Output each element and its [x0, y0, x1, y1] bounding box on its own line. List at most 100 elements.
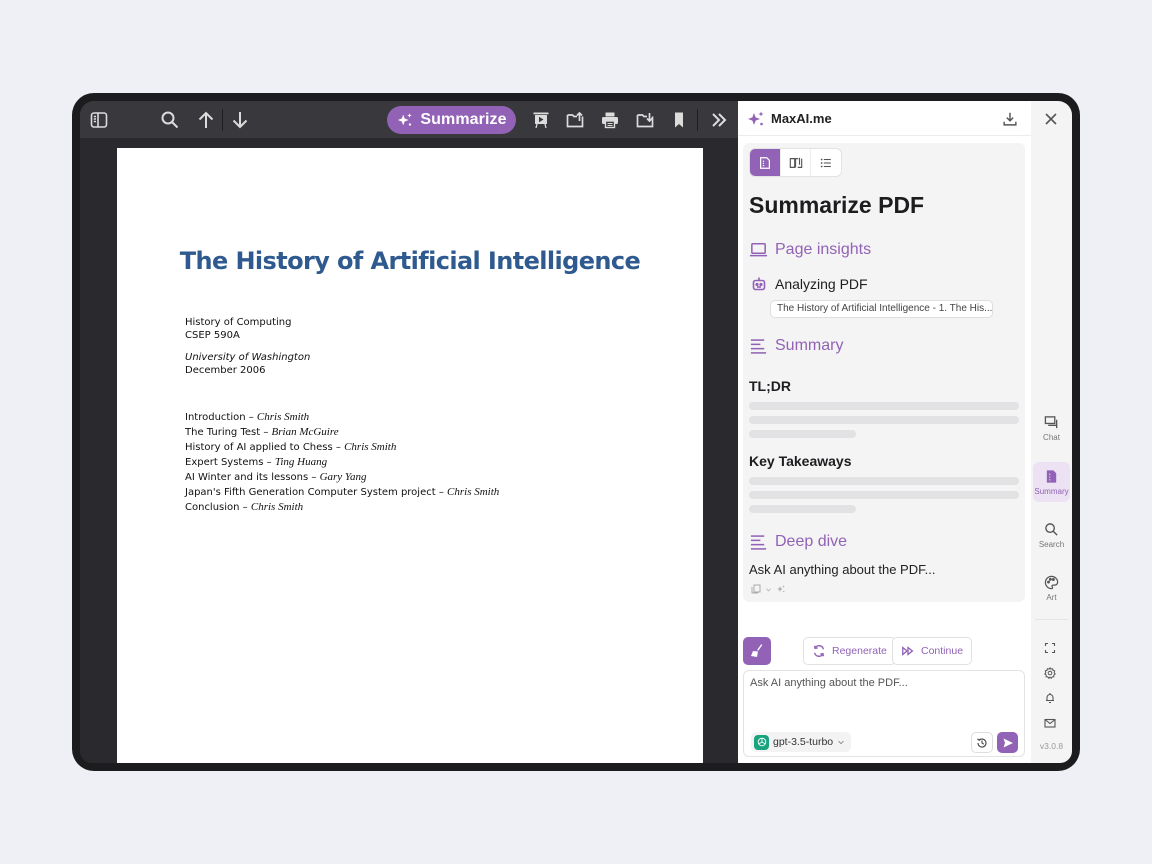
tldr-heading: TL;DR: [749, 378, 791, 394]
previous-page-button[interactable]: [193, 107, 219, 133]
toc-topic: AI Winter and its lessons –: [185, 472, 320, 483]
presentation-button[interactable]: [528, 107, 554, 133]
clear-chat-button[interactable]: [743, 637, 771, 665]
send-button[interactable]: [997, 732, 1018, 753]
next-page-button[interactable]: [227, 107, 253, 133]
loading-skeleton: [749, 430, 856, 438]
text-align-icon: [750, 339, 767, 354]
maxai-logo-icon: [748, 111, 764, 126]
brand-name: MaxAI.me: [771, 111, 832, 126]
document-icon: [759, 156, 770, 169]
toc-author: Chris Smith: [447, 486, 500, 498]
sparkle-icon[interactable]: [776, 584, 786, 594]
broom-icon: [751, 644, 763, 657]
toc-author: Chris Smith: [256, 411, 310, 423]
continue-label: Continue: [921, 645, 964, 657]
save-button[interactable]: [632, 107, 658, 133]
university: University of Washington: [185, 352, 311, 363]
toc-item: Introduction – Chris Smith: [185, 410, 499, 425]
toc-topic: The Turing Test –: [185, 427, 272, 438]
notifications-button[interactable]: [1044, 691, 1058, 705]
laptop-icon: [749, 243, 768, 257]
toc-author: Gary Yang: [319, 471, 367, 483]
message-actions: [751, 584, 786, 594]
fullscreen-button[interactable]: [1044, 641, 1058, 655]
loading-skeleton: [749, 491, 1019, 499]
maxai-panel: MaxAI.me Summarize PDF Page insights Ana…: [738, 101, 1031, 763]
chat-input[interactable]: [750, 677, 1018, 727]
toc-item: Japan's Fifth Generation Computer System…: [185, 485, 499, 500]
table-of-contents: Introduction – Chris Smith The Turing Te…: [185, 410, 499, 515]
panel-header: MaxAI.me: [738, 101, 1031, 136]
toc-topic: Japan's Fifth Generation Computer System…: [185, 487, 448, 498]
source-chip[interactable]: The History of Artificial Intelligence -…: [770, 300, 993, 318]
rail-item-art[interactable]: Art: [1033, 568, 1070, 608]
mode-page-summary[interactable]: [750, 149, 781, 176]
toc-author: Chris Smith: [344, 441, 397, 453]
rail-divider: [1035, 619, 1068, 620]
fullscreen-icon: [1044, 642, 1056, 654]
course-info: History of Computing CSEP 590A: [185, 316, 291, 342]
toc-author: Ting Huang: [274, 456, 328, 468]
mode-outline[interactable]: [811, 149, 841, 176]
mode-reading[interactable]: [781, 149, 812, 176]
rail-item-chat[interactable]: Chat: [1033, 408, 1070, 448]
course-name: History of Computing: [185, 317, 292, 328]
print-button[interactable]: [597, 107, 623, 133]
toolbar-separator: [222, 109, 223, 131]
pdf-page: The History of Artificial Intelligence H…: [117, 148, 703, 763]
openai-icon: [754, 734, 769, 750]
toc-item: Conclusion – Chris Smith: [185, 500, 499, 515]
history-button[interactable]: [971, 732, 993, 753]
copy-icon[interactable]: [751, 584, 761, 594]
document-icon: [1046, 469, 1057, 483]
rail-label: Search: [1038, 539, 1065, 549]
chevron-down-icon[interactable]: [765, 586, 772, 593]
loading-skeleton: [749, 477, 1019, 485]
summary-heading: Summary: [749, 336, 843, 355]
loading-skeleton: [749, 402, 1019, 410]
fast-forward-icon: [902, 646, 914, 656]
search-icon: [1045, 522, 1058, 536]
arrow-down-icon: [232, 112, 248, 129]
model-selector[interactable]: gpt-3.5-turbo: [751, 732, 852, 752]
summary-mode-switch: [749, 148, 842, 177]
summary-card: Summarize PDF Page insights Analyzing PD…: [743, 143, 1025, 602]
toc-topic: Introduction –: [185, 412, 257, 423]
toc-author: Chris Smith: [250, 501, 304, 513]
regenerate-label: Regenerate: [832, 645, 887, 657]
rail-item-search[interactable]: Search: [1033, 515, 1070, 555]
model-name: gpt-3.5-turbo: [773, 736, 834, 748]
institution-info: University of Washington December 2006: [185, 351, 310, 377]
toc-topic: Expert Systems –: [185, 457, 275, 468]
deep-dive-label: Deep dive: [775, 532, 848, 550]
sidebar-toggle-button[interactable]: [86, 107, 112, 133]
more-tools-button[interactable]: [706, 107, 732, 133]
rail-label: Art: [1046, 592, 1057, 602]
search-button[interactable]: [157, 107, 183, 133]
feedback-button[interactable]: [1044, 716, 1058, 730]
refresh-icon: [813, 645, 825, 657]
close-icon[interactable]: [1042, 110, 1060, 128]
bookmark-button[interactable]: [666, 107, 692, 133]
summary-label: Summary: [775, 336, 844, 354]
open-file-button[interactable]: [562, 107, 588, 133]
toc-item: The Turing Test – Brian McGuire: [185, 425, 499, 440]
download-icon[interactable]: [1001, 110, 1019, 128]
send-icon: [1003, 738, 1013, 747]
palette-icon: [1044, 575, 1059, 589]
gear-icon: [1044, 666, 1056, 680]
list-icon: [820, 158, 831, 167]
bookmark-icon: [675, 112, 683, 128]
settings-button[interactable]: [1044, 666, 1058, 680]
regenerate-button[interactable]: Regenerate: [803, 637, 896, 665]
toc-item: AI Winter and its lessons – Gary Yang: [185, 470, 499, 485]
device-frame: Summarize The History of Artificial Inte…: [72, 93, 1080, 771]
text-align-icon: [750, 535, 767, 550]
toc-item: Expert Systems – Ting Huang: [185, 455, 499, 470]
rail-item-summary[interactable]: Summary: [1033, 462, 1070, 502]
bell-icon: [1046, 693, 1054, 704]
summarize-button[interactable]: Summarize: [387, 106, 516, 134]
continue-button[interactable]: Continue: [892, 637, 973, 665]
robot-icon: [752, 277, 766, 291]
